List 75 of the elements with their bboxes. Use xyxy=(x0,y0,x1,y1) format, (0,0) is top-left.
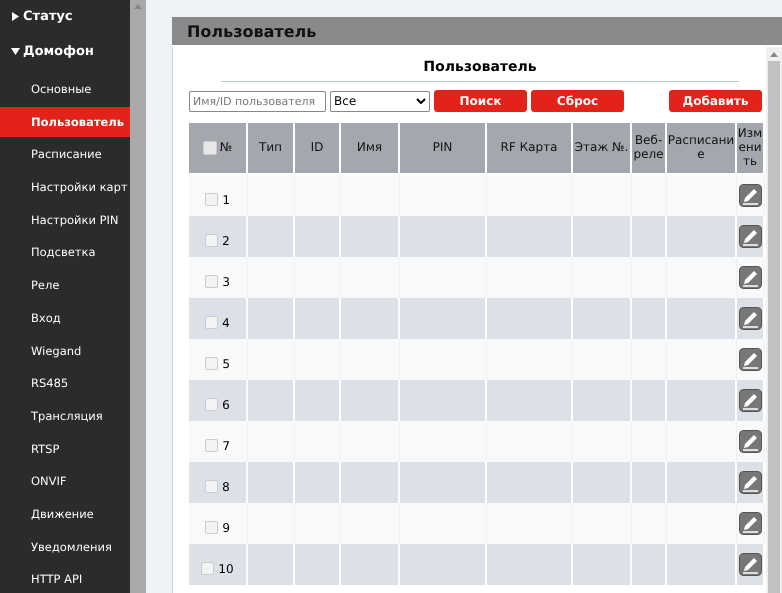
sidebar-item[interactable]: Реле xyxy=(0,270,130,300)
scroll-up-icon[interactable] xyxy=(134,4,142,9)
row-number: 2 xyxy=(222,234,230,248)
row-number: 8 xyxy=(222,480,230,494)
add-button[interactable]: Добавить xyxy=(669,90,762,112)
column-header: Этаж №. xyxy=(572,123,631,174)
edit-icon[interactable] xyxy=(738,266,762,289)
expanded-icon xyxy=(11,47,20,56)
row-number: 7 xyxy=(222,438,230,452)
sidebar-item[interactable]: Вход xyxy=(0,302,130,333)
sidebar-item[interactable]: Подсветка xyxy=(0,237,130,268)
column-header: PIN xyxy=(399,123,486,174)
group-label: Статус xyxy=(23,9,73,24)
reset-button[interactable]: Сброс xyxy=(531,90,624,112)
edit-icon[interactable] xyxy=(738,471,762,494)
sidebar-item[interactable]: Уведомления xyxy=(0,532,130,562)
column-header: Тип xyxy=(247,123,294,174)
sidebar-item[interactable]: ONVIF xyxy=(0,466,130,496)
chevron-icon xyxy=(416,98,426,104)
search-field[interactable]: Имя/ID пользователя xyxy=(189,90,326,112)
sidebar-item[interactable]: Расписание xyxy=(0,139,130,170)
edit-icon[interactable] xyxy=(738,225,762,248)
scrollbar[interactable] xyxy=(130,0,146,593)
collapsed-icon xyxy=(11,12,20,21)
sidebar-item[interactable]: RS485 xyxy=(0,368,130,398)
row-checkbox[interactable] xyxy=(201,562,214,575)
row-checkbox[interactable] xyxy=(205,275,218,288)
column-header: Расписание xyxy=(666,123,736,174)
sidebar-item[interactable]: Трансляция xyxy=(0,400,130,431)
filter-dropdown[interactable]: Все xyxy=(330,90,430,112)
row-checkbox[interactable] xyxy=(205,398,218,411)
edit-icon[interactable] xyxy=(738,348,762,371)
row-number: 9 xyxy=(222,520,230,534)
edit-icon[interactable] xyxy=(738,553,762,576)
row-number: 4 xyxy=(222,316,230,330)
row-number: 10 xyxy=(218,562,234,576)
scroll-up-icon[interactable] xyxy=(770,52,778,57)
group-label: Домофон xyxy=(23,44,94,59)
column-header: Веб-реле xyxy=(631,123,666,174)
row-number: 5 xyxy=(222,356,230,370)
column-header: № xyxy=(220,141,232,155)
row-checkbox[interactable] xyxy=(205,439,218,452)
select-all-checkbox[interactable] xyxy=(202,141,217,155)
sidebar-item[interactable]: Движение xyxy=(0,498,130,529)
row-checkbox[interactable] xyxy=(205,316,218,329)
row-checkbox[interactable] xyxy=(205,480,218,493)
edit-icon[interactable] xyxy=(738,512,762,535)
row-number: 1 xyxy=(222,192,230,206)
column-header: RF Карта xyxy=(486,123,572,174)
row-checkbox[interactable] xyxy=(205,193,218,206)
row-number: 6 xyxy=(222,398,230,412)
row-checkbox[interactable] xyxy=(205,234,218,247)
sidebar-item[interactable]: HTTP API xyxy=(0,564,130,593)
sidebar-item[interactable]: Настройки PIN xyxy=(0,204,130,235)
column-header: Имя xyxy=(340,123,399,174)
scrollbar[interactable] xyxy=(766,47,782,593)
panel-title: Пользователь xyxy=(172,17,782,47)
edit-icon[interactable] xyxy=(738,389,762,412)
section-title: Пользователь xyxy=(221,47,739,82)
sidebar-item[interactable]: RTSP xyxy=(0,434,130,464)
sidebar-item[interactable]: Настройки карт xyxy=(0,172,130,202)
search-button[interactable]: Поиск xyxy=(434,90,527,112)
row-number: 3 xyxy=(222,274,230,288)
row-checkbox[interactable] xyxy=(205,521,218,534)
sidebar-group[interactable]: Статус xyxy=(0,4,130,29)
edit-icon[interactable] xyxy=(738,430,762,453)
row-checkbox[interactable] xyxy=(205,357,218,370)
edit-icon[interactable] xyxy=(738,307,762,330)
sidebar-item[interactable]: Основные xyxy=(0,74,130,104)
sidebar-group[interactable]: Домофон xyxy=(0,39,130,64)
column-header: ID xyxy=(294,123,340,174)
column-header: Изменить xyxy=(736,123,764,174)
edit-icon[interactable] xyxy=(738,184,762,207)
sidebar-item[interactable]: Пользователь xyxy=(0,106,130,137)
sidebar-item[interactable]: Wiegand xyxy=(0,336,130,366)
